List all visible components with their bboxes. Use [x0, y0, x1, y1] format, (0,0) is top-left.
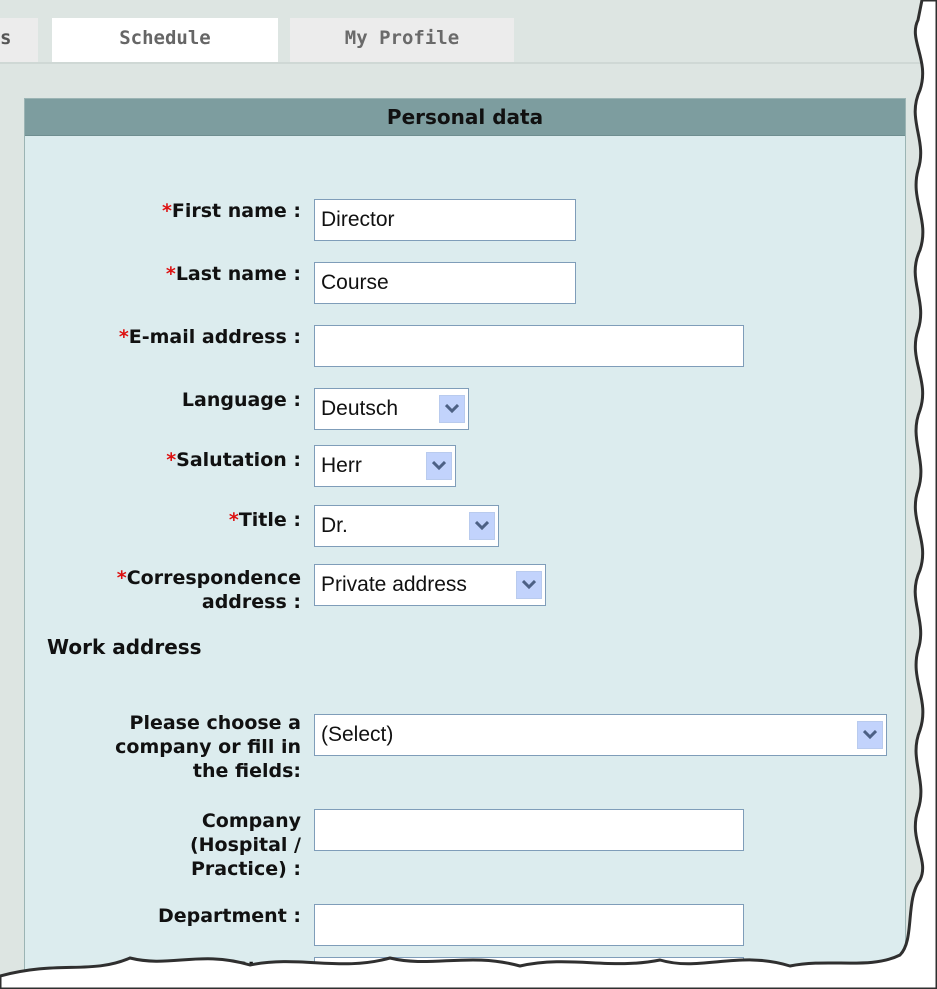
torn-edge-overlay	[0, 0, 937, 989]
